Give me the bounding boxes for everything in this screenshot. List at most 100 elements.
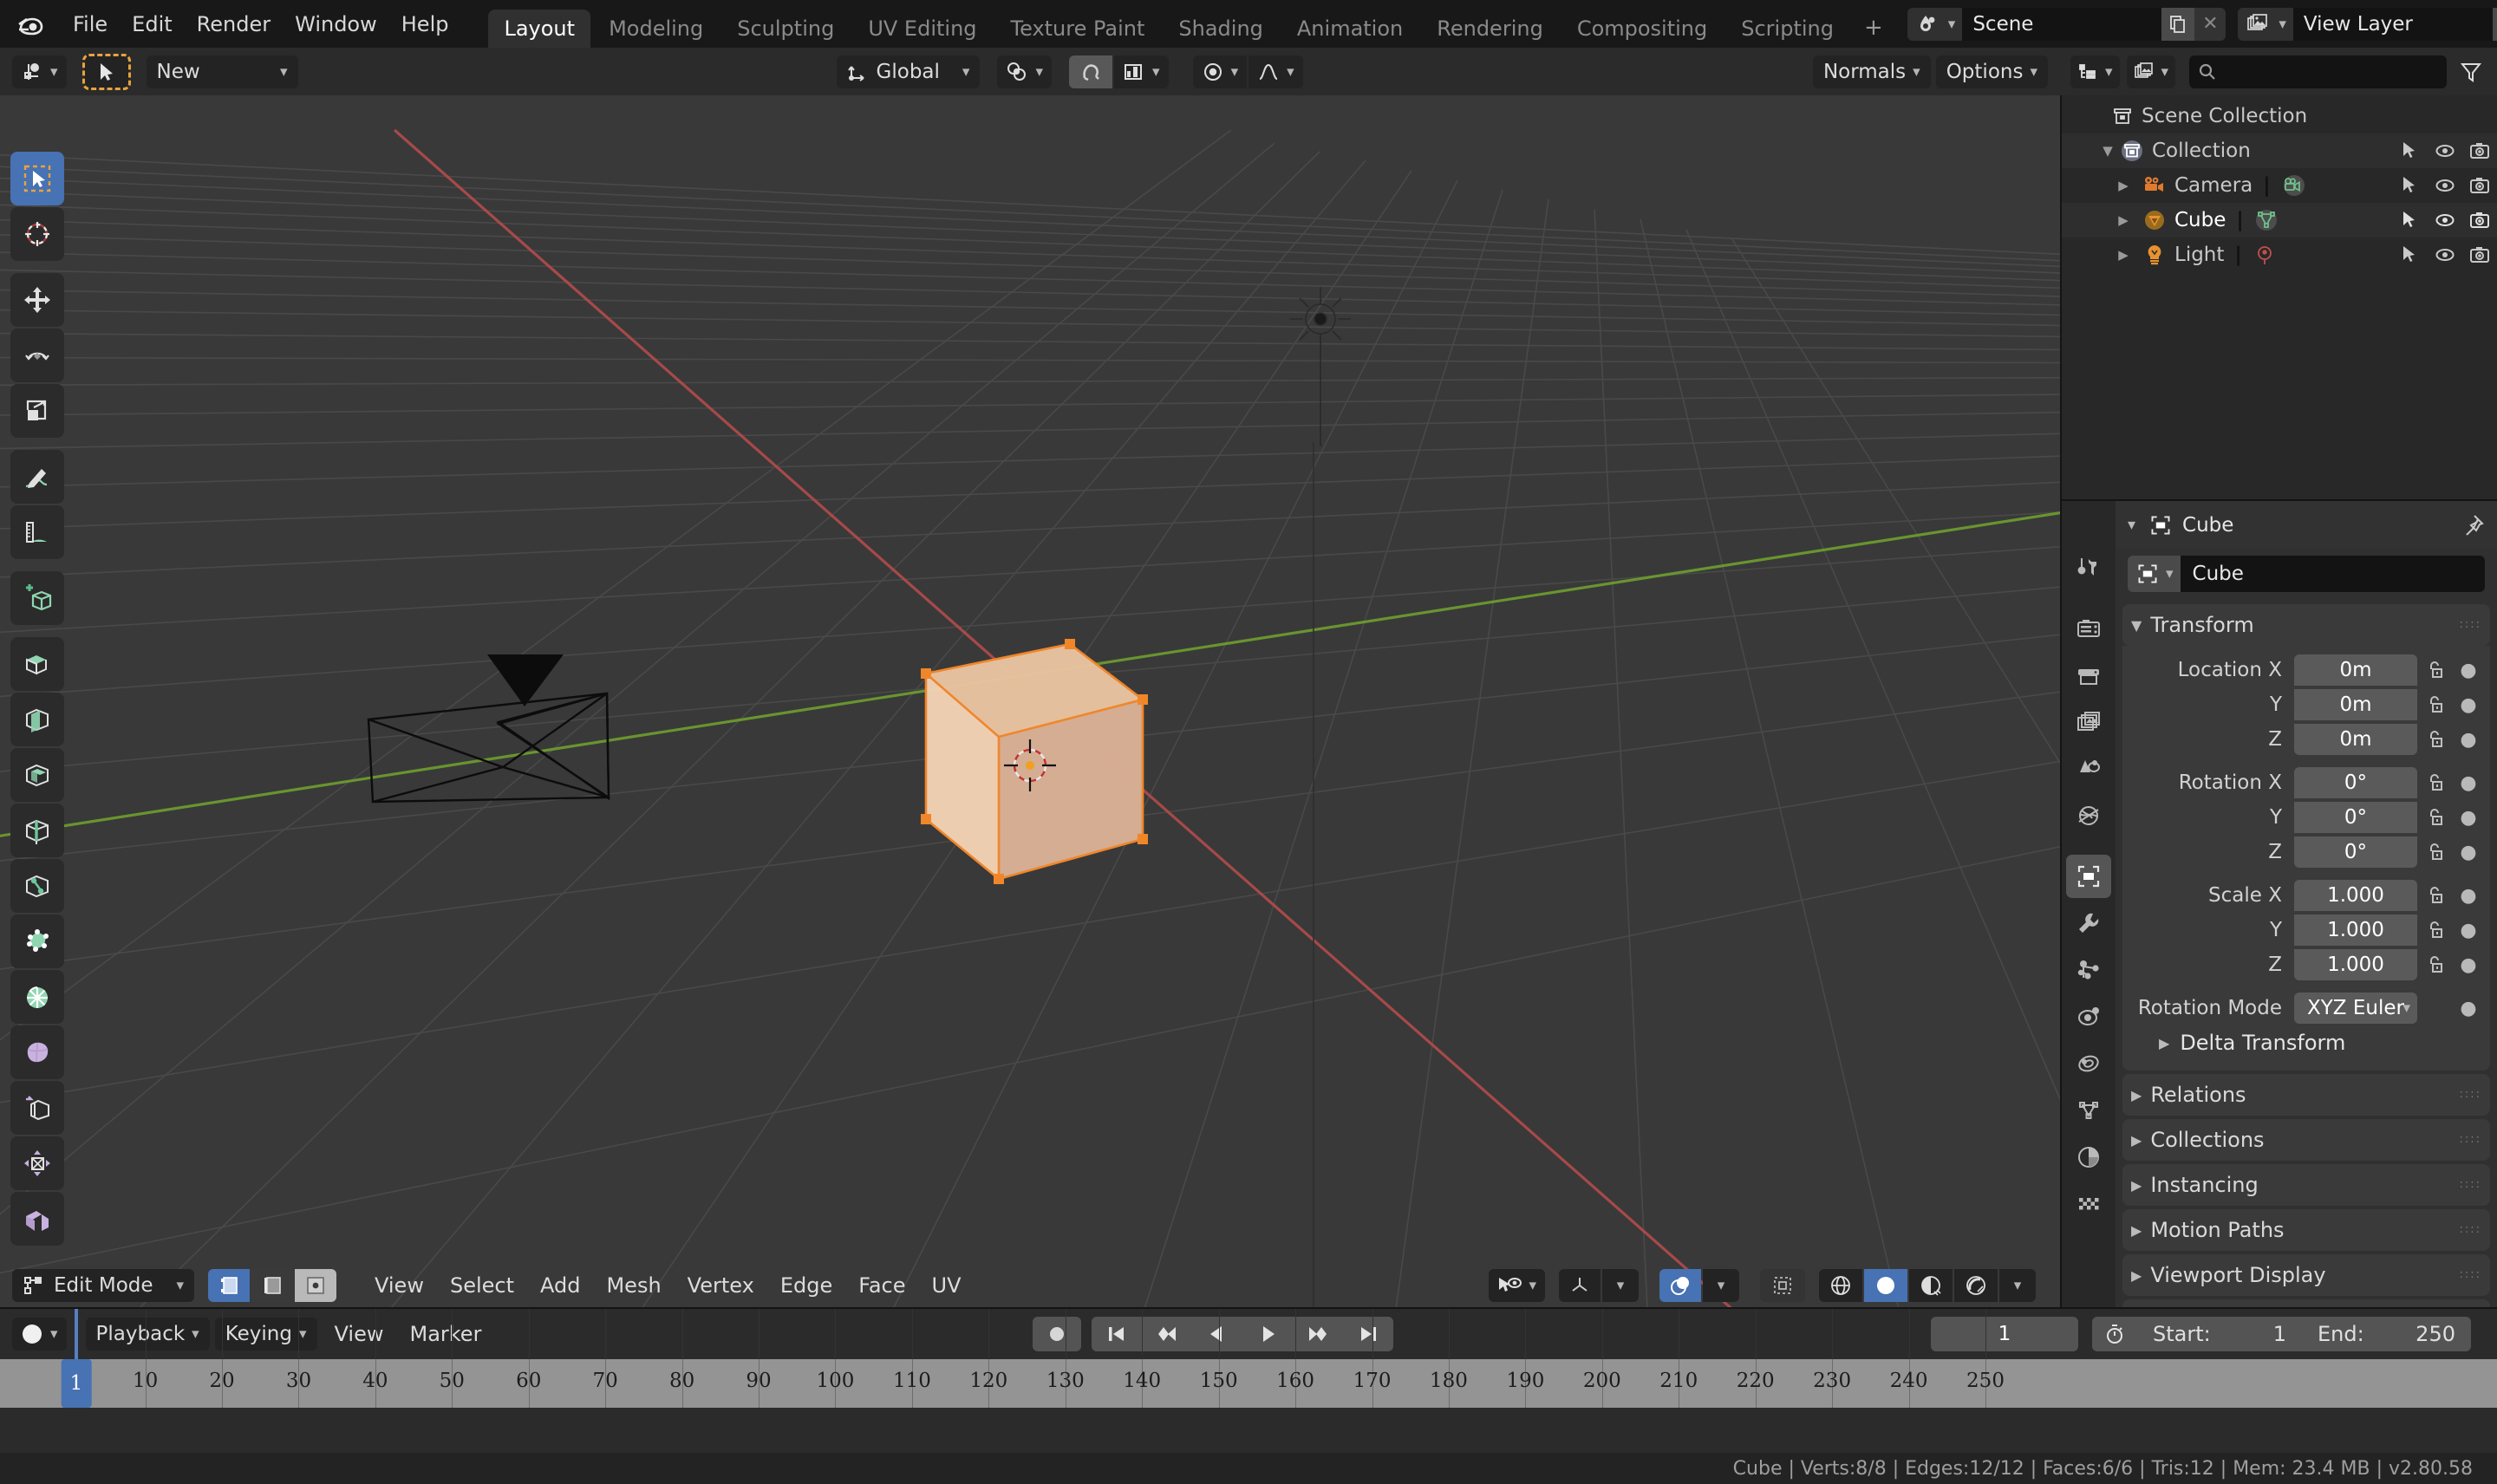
viewport-outliner-splitter[interactable]	[2060, 48, 2062, 1309]
scene-name[interactable]: Scene	[1962, 7, 2162, 41]
scale-y-field[interactable]: 1.000	[2294, 914, 2417, 946]
panel-header-delta-transform[interactable]: ▶ Delta Transform	[2122, 1025, 2490, 1060]
workspace-tab-uv-editing[interactable]: UV Editing	[852, 10, 992, 48]
viewport-menu-vertex[interactable]: Vertex	[675, 1269, 766, 1302]
id-type-icon[interactable]: ▾	[2128, 556, 2181, 592]
workspace-tab-texture-paint[interactable]: Texture Paint	[995, 10, 1161, 48]
gizmo-icon[interactable]	[1559, 1268, 1601, 1302]
properties-tab-material[interactable]	[2066, 1136, 2111, 1179]
object-id-selector[interactable]: ▾ Cube	[2116, 549, 2497, 601]
properties-tab-view-layer[interactable]	[2066, 700, 2111, 744]
panel-header-viewport-display[interactable]: ▶ Viewport Display ::::	[2122, 1254, 2490, 1296]
viewport-menu-face[interactable]: Face	[846, 1269, 917, 1302]
unlocked-icon[interactable]	[2417, 954, 2454, 975]
shading-dropdown[interactable]: ▾	[1999, 1268, 2036, 1302]
animate-dot-icon[interactable]: ●	[2454, 729, 2483, 751]
animate-dot-icon[interactable]: ●	[2454, 807, 2483, 829]
eye-icon[interactable]	[2428, 168, 2462, 203]
eye-icon[interactable]	[2428, 133, 2462, 168]
eye-icon[interactable]	[2428, 203, 2462, 238]
camera-render-icon[interactable]	[2462, 133, 2497, 168]
rendered-icon[interactable]	[1954, 1268, 1998, 1302]
properties-tab-physics[interactable]	[2066, 995, 2111, 1038]
camera-render-icon[interactable]	[2462, 168, 2497, 203]
viewport-menu-select[interactable]: Select	[438, 1269, 526, 1302]
solid-sphere-icon[interactable]	[1864, 1268, 1907, 1302]
animate-dot-icon[interactable]: ●	[2454, 842, 2483, 863]
menu-help[interactable]: Help	[389, 9, 461, 40]
unlocked-icon[interactable]	[2417, 729, 2454, 750]
playhead-frame-label[interactable]: 1	[61, 1359, 92, 1408]
workspace-tab-scripting[interactable]: Scripting	[1725, 10, 1849, 48]
3d-viewport[interactable]: ▾ New ▾ Global ▾ ▾ ▾ ▾ ▾ Normals ▾ Optio…	[0, 48, 2062, 1309]
editor-type-mesh-edit-icon[interactable]: ▾	[12, 55, 67, 88]
options-dropdown[interactable]: Options ▾	[1935, 55, 2048, 88]
chevron-right-icon[interactable]: ▶	[2114, 178, 2133, 193]
cursor-tool[interactable]	[10, 207, 64, 261]
playhead-line[interactable]	[75, 1309, 78, 1359]
properties-tab-modifiers[interactable]	[2066, 901, 2111, 945]
filter-funnel-icon[interactable]	[2454, 61, 2488, 83]
animate-dot-icon[interactable]: ●	[2454, 660, 2483, 681]
poly-build-tool[interactable]	[10, 914, 64, 968]
pivot-point-dropdown[interactable]: ▾	[997, 55, 1053, 88]
outliner-panel[interactable]: ▾ ▾ Scene Collection ▼ Collection ▶ Came…	[2062, 48, 2497, 501]
scale-z-field[interactable]: 1.000	[2294, 949, 2417, 980]
viewport-canvas[interactable]	[0, 48, 2062, 1309]
animate-dot-icon[interactable]: ●	[2454, 998, 2483, 1019]
animate-dot-icon[interactable]: ●	[2454, 694, 2483, 716]
rotate-tool[interactable]	[10, 329, 64, 382]
active-tool-icon[interactable]	[81, 53, 131, 90]
search-input[interactable]	[2189, 55, 2447, 88]
overlays-icon[interactable]	[1659, 1268, 1701, 1302]
spin-tool[interactable]	[10, 970, 64, 1024]
object-types-visibility-icon[interactable]: ▾	[1489, 1268, 1545, 1302]
outliner-row-light[interactable]: ▶ Light |	[2062, 238, 2497, 272]
object-name-field[interactable]: Cube	[2180, 556, 2485, 592]
scene-selector[interactable]: ▾ Scene ✕	[1907, 7, 2226, 41]
viewport-menu-uv[interactable]: UV	[920, 1269, 974, 1302]
unlocked-icon[interactable]	[2417, 772, 2454, 793]
workspace-tab-sculpting[interactable]: Sculpting	[721, 10, 850, 48]
material-preview-icon[interactable]	[1909, 1268, 1953, 1302]
panel-header-collections[interactable]: ▶ Collections ::::	[2122, 1119, 2490, 1161]
rotation-z-field[interactable]: 0°	[2294, 836, 2417, 868]
view-layer-name[interactable]: View Layer	[2292, 7, 2493, 41]
outliner-properties-splitter[interactable]	[2062, 499, 2497, 501]
scale-x-field[interactable]: 1.000	[2294, 880, 2417, 911]
camera-render-icon[interactable]	[2462, 238, 2497, 272]
edge-select-icon[interactable]	[251, 1268, 293, 1302]
chevron-down-icon[interactable]: ▼	[2098, 143, 2117, 159]
outliner-row-collection[interactable]: ▼ Collection	[2062, 133, 2497, 168]
view-layer-icon[interactable]: ▾	[2238, 7, 2293, 41]
properties-tab-output[interactable]	[2066, 654, 2111, 697]
rip-region-tool[interactable]	[10, 1192, 64, 1246]
cursor-select-icon[interactable]	[2393, 238, 2428, 272]
properties-tab-render[interactable]	[2066, 607, 2111, 650]
normals-dropdown[interactable]: Normals ▾	[1812, 55, 1931, 88]
menu-render[interactable]: Render	[185, 9, 283, 40]
unlocked-icon[interactable]	[2417, 694, 2454, 715]
add-workspace-button[interactable]: +	[1852, 8, 1895, 48]
menu-edit[interactable]: Edit	[120, 9, 184, 40]
workspace-tab-rendering[interactable]: Rendering	[1421, 10, 1559, 48]
knife-tool[interactable]	[10, 859, 64, 913]
move-tool[interactable]	[10, 273, 64, 327]
view-layer-selector[interactable]: ▾ View Layer ✕	[2238, 7, 2497, 41]
extrude-region-tool[interactable]	[10, 637, 64, 691]
rotation-y-field[interactable]: 0°	[2294, 802, 2417, 833]
pin-icon[interactable]	[2461, 513, 2485, 537]
animate-dot-icon[interactable]: ●	[2454, 772, 2483, 794]
snap-increment-icon[interactable]: ▾	[1114, 55, 1169, 88]
annotate-tool[interactable]	[10, 450, 64, 504]
cursor-select-icon[interactable]	[2393, 203, 2428, 238]
workspace-tab-layout[interactable]: Layout	[488, 9, 591, 48]
workspace-tab-animation[interactable]: Animation	[1281, 10, 1418, 48]
panel-header-motion-paths[interactable]: ▶ Motion Paths ::::	[2122, 1209, 2490, 1251]
unlocked-icon[interactable]	[2417, 660, 2454, 680]
chevron-right-icon[interactable]: ▶	[2114, 247, 2133, 263]
workspace-tab-compositing[interactable]: Compositing	[1561, 10, 1723, 48]
properties-tab-scene[interactable]	[2066, 747, 2111, 791]
unlocked-icon[interactable]	[2417, 807, 2454, 828]
viewport-menu-view[interactable]: View	[362, 1269, 436, 1302]
